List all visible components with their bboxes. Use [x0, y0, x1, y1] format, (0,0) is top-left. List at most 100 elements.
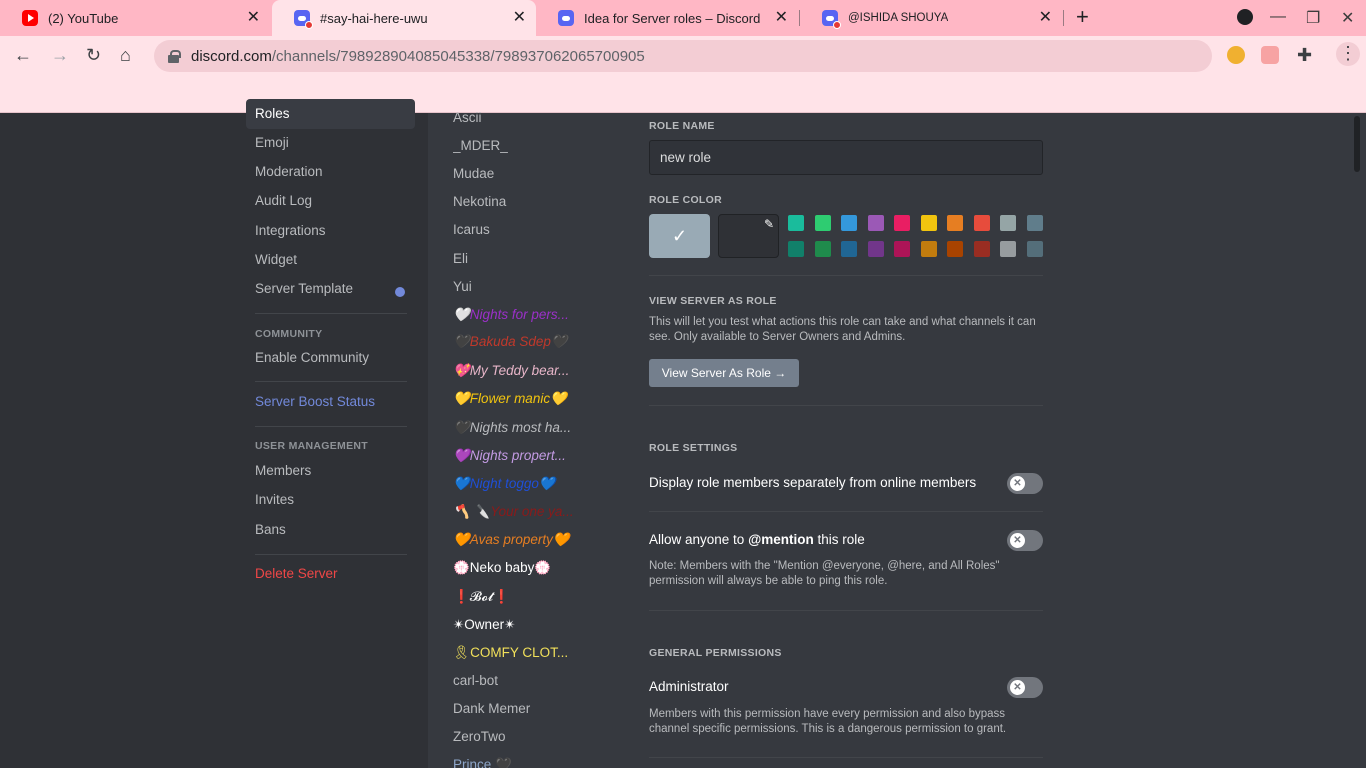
sidebar-item-widget[interactable]: Widget	[246, 245, 415, 275]
color-swatch[interactable]	[788, 215, 804, 231]
extensions-puzzle-icon[interactable]: ✚	[1297, 44, 1312, 66]
browser-menu-icon[interactable]: ⋮	[1336, 42, 1360, 66]
close-window-icon[interactable]: ✕	[1341, 8, 1354, 28]
role-name-input[interactable]: new role	[649, 140, 1043, 175]
role-item[interactable]: 💮Neko baby💮	[453, 558, 613, 578]
color-swatch[interactable]	[921, 241, 937, 257]
color-swatch[interactable]	[868, 215, 884, 231]
divider	[255, 381, 407, 382]
allow-mention-prefix: Allow anyone to	[649, 532, 749, 547]
discord-icon	[294, 10, 313, 29]
sidebar-item-server-boost-status[interactable]: Server Boost Status	[246, 387, 415, 417]
profile-menu-icon[interactable]	[1237, 9, 1253, 25]
color-swatch[interactable]	[815, 215, 831, 231]
role-item[interactable]: _MDER_	[453, 136, 613, 156]
role-item[interactable]: 🪓 🔪Your one ya...	[453, 502, 613, 522]
role-item[interactable]: Yui	[453, 277, 613, 297]
divider	[649, 511, 1043, 512]
sidebar-item-roles[interactable]: Roles	[246, 99, 415, 129]
tab-say-hai[interactable]: #say-hai-here-uwu ✕	[272, 0, 536, 36]
view-server-as-role-button[interactable]: View Server As Role →	[649, 359, 799, 387]
new-tab-icon[interactable]: +	[1076, 6, 1089, 28]
color-swatch[interactable]	[974, 215, 990, 231]
role-item[interactable]: ✴Owner✴	[453, 615, 613, 635]
close-tab-icon[interactable]: ✕	[513, 9, 526, 27]
color-swatch[interactable]	[868, 241, 884, 257]
custom-color-swatch[interactable]: ✎	[718, 214, 779, 258]
extension-emoji-icon[interactable]	[1227, 46, 1245, 64]
color-swatch[interactable]	[947, 241, 963, 257]
color-swatch[interactable]	[947, 215, 963, 231]
tab-youtube[interactable]: (2) YouTube ✕	[0, 0, 270, 36]
display-separately-toggle[interactable]	[1007, 473, 1043, 494]
restore-icon[interactable]: ❐	[1306, 8, 1320, 28]
role-item[interactable]: ❗𝓑𝓸𝓽❗	[453, 587, 613, 607]
role-item[interactable]: Dank Memer	[453, 699, 613, 719]
close-tab-icon[interactable]: ✕	[1039, 9, 1052, 27]
allow-mention-toggle[interactable]	[1007, 530, 1043, 551]
role-item[interactable]: 🎗COMFY CLOT...	[453, 643, 613, 663]
sidebar-item-enable-community[interactable]: Enable Community	[246, 343, 415, 373]
divider	[649, 757, 1043, 758]
sidebar-item-invites[interactable]: Invites	[246, 485, 415, 515]
color-swatch[interactable]	[1027, 241, 1043, 257]
color-swatch[interactable]	[894, 215, 910, 231]
home-icon[interactable]: ⌂	[120, 44, 131, 66]
color-swatch[interactable]	[894, 241, 910, 257]
divider	[255, 426, 407, 427]
role-item[interactable]: ZeroTwo	[453, 727, 613, 747]
color-swatch[interactable]	[815, 241, 831, 257]
color-swatch[interactable]	[1000, 215, 1016, 231]
minimize-icon[interactable]: —	[1270, 8, 1286, 26]
address-bar[interactable]: discord.com/channels/798928904085045338/…	[154, 40, 1212, 72]
role-item[interactable]: Ascii	[453, 108, 613, 128]
role-item[interactable]: 🧡Avas property🧡	[453, 530, 613, 550]
role-item[interactable]: 🤍Nights for pers...	[453, 305, 613, 325]
role-item[interactable]: Nekotina	[453, 192, 613, 212]
sidebar-item-emoji[interactable]: Emoji	[246, 128, 415, 158]
reload-icon[interactable]: ↻	[86, 44, 101, 66]
allow-mention-note: Note: Members with the "Mention @everyon…	[649, 560, 1000, 587]
sidebar-item-server-template[interactable]: Server Template	[246, 274, 415, 304]
role-item[interactable]: Icarus	[453, 220, 613, 240]
sidebar-item-audit-log[interactable]: Audit Log	[246, 186, 415, 216]
color-swatch[interactable]	[788, 241, 804, 257]
sidebar-item-members[interactable]: Members	[246, 456, 415, 486]
role-item[interactable]: 💛Flower manic💛	[453, 389, 613, 409]
close-tab-icon[interactable]: ✕	[775, 9, 788, 27]
role-item[interactable]: 💜Nights propert...	[453, 446, 613, 466]
scrollbar-thumb[interactable]	[1354, 116, 1360, 172]
role-item[interactable]: 💖My Teddy bear...	[453, 361, 613, 381]
tab-ishida[interactable]: @ISHIDA SHOUYA ✕	[800, 0, 1062, 36]
display-separately-label: Display role members separately from onl…	[649, 475, 977, 490]
sidebar-item-bans[interactable]: Bans	[246, 515, 415, 545]
view-as-role-description: This will let you test what actions this…	[649, 316, 1036, 343]
youtube-icon	[22, 10, 38, 26]
color-swatch[interactable]	[1000, 241, 1016, 257]
tab-server-roles[interactable]: Idea for Server roles – Discord ✕	[536, 0, 798, 36]
role-item[interactable]: 💙Night toggo💙	[453, 474, 613, 494]
color-swatch[interactable]	[1027, 215, 1043, 231]
back-icon[interactable]: ←	[14, 44, 32, 66]
color-swatch[interactable]	[841, 215, 857, 231]
tab-title: #say-hai-here-uwu	[320, 10, 428, 26]
bookmark-bar	[0, 76, 1366, 113]
role-item[interactable]: carl-bot	[453, 671, 613, 691]
role-item[interactable]: Eli	[453, 249, 613, 269]
color-swatch[interactable]	[974, 241, 990, 257]
color-swatch[interactable]	[921, 215, 937, 231]
forward-icon[interactable]: →	[51, 44, 69, 66]
role-item[interactable]: Prince 🖤	[453, 755, 613, 768]
role-item[interactable]: Mudae	[453, 164, 613, 184]
sidebar-item-delete-server[interactable]: Delete Server	[246, 559, 415, 589]
color-swatch[interactable]	[841, 241, 857, 257]
administrator-toggle[interactable]	[1007, 677, 1043, 698]
close-tab-icon[interactable]: ✕	[247, 9, 260, 27]
role-item[interactable]: 🖤Bakuda Sdep🖤	[453, 332, 613, 352]
sidebar-item-integrations[interactable]: Integrations	[246, 216, 415, 246]
sidebar-item-moderation[interactable]: Moderation	[246, 157, 415, 187]
role-item[interactable]: 🖤Nights most ha...	[453, 418, 613, 438]
default-color-swatch[interactable]: ✓	[649, 214, 710, 258]
extension-record-icon[interactable]	[1261, 46, 1279, 64]
allow-mention-label: Allow anyone to @mention this role	[649, 532, 865, 547]
